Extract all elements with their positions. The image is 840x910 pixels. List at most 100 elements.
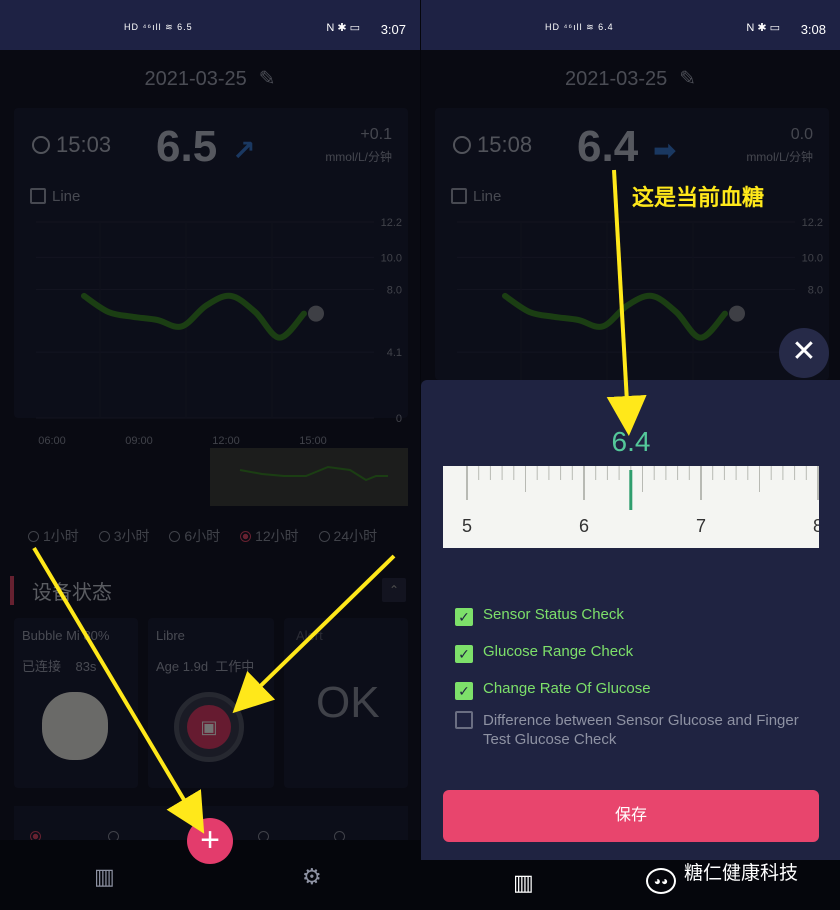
x-tick-label: 12:00	[212, 435, 240, 447]
current-point	[729, 305, 745, 322]
glucose-series-line	[502, 292, 728, 341]
x-tick-label: 06:00	[38, 435, 66, 447]
checkbox-checked-icon: ✓	[455, 645, 473, 663]
device-name: Bubble Mi	[22, 628, 80, 643]
date-text: 2021-03-25	[564, 68, 668, 90]
current-point	[308, 305, 324, 322]
status-bar: HD ⁴⁶ıll ≋ 6.5 N ✱ ▭ 3:07	[0, 0, 420, 50]
network-icons: HD ⁴⁶ıll ≋ 6.4	[545, 22, 614, 32]
radio-selected-icon	[240, 531, 252, 542]
ruler-label: 7	[696, 516, 706, 536]
status-bar: HD ⁴⁶ıll ≋ 6.4 N ✱ ▭ 3:08	[421, 0, 840, 50]
radio-icon	[28, 531, 39, 542]
glucose-card: 15:03 6.5 ↗ +0.1 mmol/L/分钟 Line 12.2 10.0…	[14, 108, 408, 506]
line-checkbox[interactable]: Line	[30, 188, 80, 205]
change-rate-check[interactable]: ✓ Change Rate Of Glucose	[455, 680, 651, 700]
bubble-device-card[interactable]: Bubble Mi 80% 已连接 83s	[14, 618, 138, 788]
trend-arrow-icon: ↗	[232, 135, 256, 166]
glucose-chart[interactable]: 12.2 10.0 8.0 4.1 0 06:00 09:00 12:00 15:00	[14, 204, 408, 544]
chart-icon[interactable]: ▥	[94, 864, 115, 890]
system-icons: N ✱ ▭	[746, 22, 780, 34]
rate-of-change: +0.1 mmol/L/分钟	[325, 126, 392, 164]
ruler-label: 8	[813, 516, 819, 536]
y-tick-label: 8.0	[808, 284, 823, 296]
date-header: 2021-03-25 ✎	[421, 66, 840, 91]
checkbox-checked-icon: ✓	[455, 682, 473, 700]
glucose-value: 6.5	[156, 122, 218, 171]
reading-time: 15:08	[453, 132, 532, 158]
ruler-current-value: 6.4	[611, 426, 651, 457]
network-icons: HD ⁴⁶ıll ≋ 6.5	[124, 22, 193, 32]
status-time: 3:08	[800, 22, 826, 37]
x-tick-label: 15:00	[299, 435, 327, 447]
save-button[interactable]: 保存	[443, 790, 819, 842]
clock-icon	[453, 136, 471, 154]
date-header: 2021-03-25 ✎	[0, 66, 420, 91]
close-icon[interactable]: ✕	[779, 328, 829, 378]
range-1h[interactable]: 1小时	[28, 528, 87, 544]
range-12h[interactable]: 12小时	[240, 528, 307, 544]
line-checkbox[interactable]: Line	[451, 188, 501, 205]
battery-level: 80%	[83, 628, 110, 643]
annotation-label: 这是当前血糖	[632, 185, 765, 210]
collapse-chevron-icon[interactable]: ⌃	[382, 578, 406, 602]
ruler-label: 6	[579, 516, 589, 536]
left-screen: HD ⁴⁶ıll ≋ 6.5 N ✱ ▭ 3:07 2021-03-25 ✎ 15…	[0, 0, 420, 910]
chart-icon[interactable]: ▥	[513, 870, 534, 896]
glucose-range-check[interactable]: ✓ Glucose Range Check	[455, 643, 633, 663]
connection-status: 已连接	[22, 659, 62, 674]
y-tick-label: 8.0	[387, 284, 402, 296]
glucose-ruler[interactable]: 5 6 7 8	[443, 466, 819, 548]
section-title: 设备状态	[10, 576, 112, 605]
sensor-age: Age 1.9d	[156, 659, 209, 674]
wechat-icon: ◕◕	[646, 868, 676, 894]
plus-icon[interactable]: +	[187, 818, 233, 864]
y-tick-label: 10.0	[802, 252, 823, 264]
last-seen: 83s	[75, 659, 97, 674]
trend-arrow-icon: ➡	[653, 135, 677, 166]
calibration-button[interactable]: ▣	[174, 692, 244, 762]
bubble-device-image	[42, 692, 108, 760]
sensor-status-check[interactable]: ✓ Sensor Status Check	[455, 606, 624, 626]
y-tick-label: 12.2	[381, 217, 402, 229]
range-24h[interactable]: 24小时	[318, 528, 386, 544]
rate-of-change: 0.0 mmol/L/分钟	[746, 126, 813, 164]
y-tick-label: 12.2	[802, 217, 823, 229]
alert-status: OK	[316, 678, 380, 727]
right-screen: HD ⁴⁶ıll ≋ 6.4 N ✱ ▭ 3:08 2021-03-25 ✎ 15…	[420, 0, 840, 910]
y-tick-label: 4.1	[387, 347, 402, 359]
system-icons: N ✱ ▭	[326, 22, 360, 34]
status-time: 3:07	[380, 22, 406, 37]
glucometer-icon: ▣	[187, 705, 231, 749]
sensor-name: Libre	[156, 628, 185, 643]
checkbox-icon	[451, 188, 467, 204]
gear-icon[interactable]: ⚙	[302, 864, 322, 890]
clock-icon	[32, 136, 50, 154]
y-tick-label: 0	[396, 413, 402, 425]
radio-icon	[318, 531, 330, 542]
finger-test-difference-check[interactable]: Difference between Sensor Glucose and Fi…	[455, 711, 835, 749]
checkbox-icon	[30, 188, 46, 204]
range-3h[interactable]: 3小时	[98, 528, 158, 544]
checkbox-icon	[455, 711, 473, 729]
y-tick-label: 10.0	[381, 252, 402, 264]
radio-icon	[98, 531, 110, 542]
date-text: 2021-03-25	[144, 68, 247, 90]
range-6h[interactable]: 6小时	[169, 528, 228, 544]
alert-card[interactable]: Alert OK	[284, 618, 408, 788]
glucose-chart[interactable]: 12.2 10.0 8.0	[435, 204, 829, 380]
ruler-label: 5	[462, 516, 472, 536]
libre-sensor-card[interactable]: Libre Age 1.9d 工作中 ▣	[148, 618, 274, 788]
reading-time: 15:03	[32, 132, 111, 158]
watermark: ◕◕ 糖仁健康科技	[646, 858, 798, 894]
time-range-selector: 1小时 3小时 6小时 12小时 24小时	[28, 526, 410, 546]
pencil-icon[interactable]: ✎	[259, 66, 276, 91]
glucose-value: 6.4	[577, 122, 639, 171]
x-tick-label: 09:00	[125, 435, 153, 447]
alert-title: Alert	[296, 628, 323, 643]
radio-icon	[169, 531, 181, 542]
pencil-icon[interactable]: ✎	[679, 66, 696, 91]
sensor-status: 工作中	[215, 659, 255, 674]
glucose-card: 15:08 6.4 ➡ 0.0 mmol/L/分钟 Line 12.2 10.0 8…	[435, 108, 829, 380]
checkbox-checked-icon: ✓	[455, 608, 473, 626]
